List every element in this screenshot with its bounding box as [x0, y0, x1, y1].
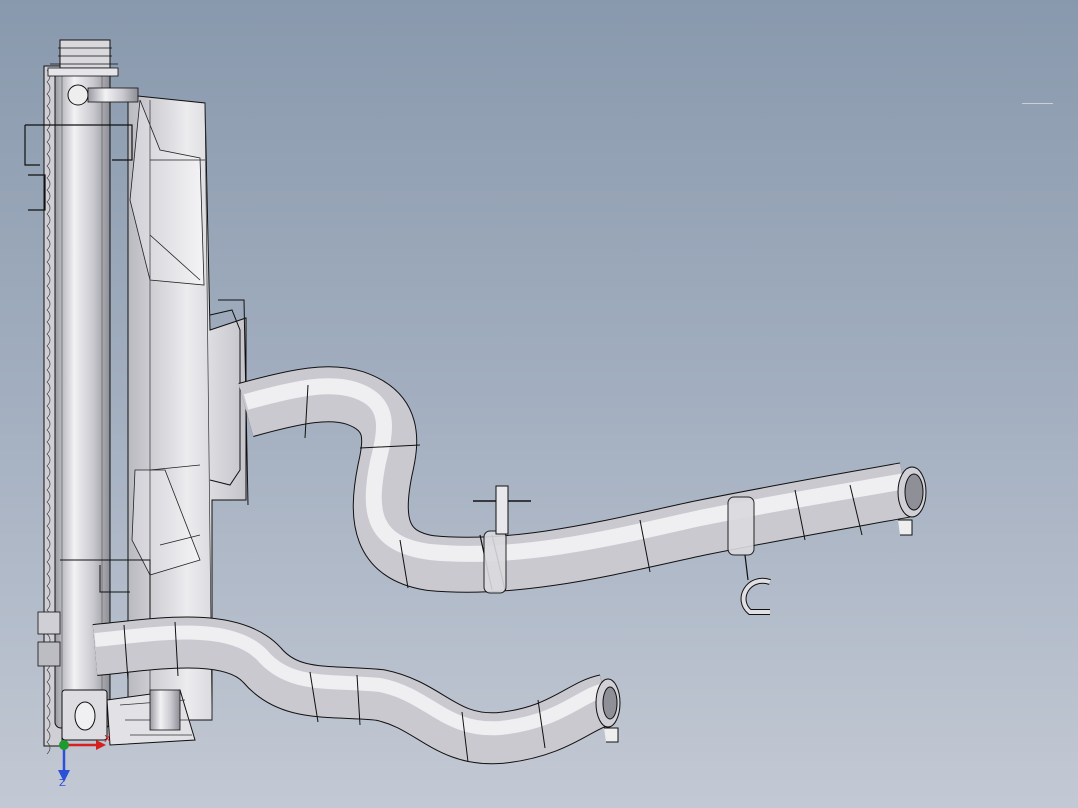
coordinate-triad — [58, 740, 106, 782]
graphics-viewport[interactable]: Z X Y — [0, 0, 1078, 808]
view-hint-line — [1022, 103, 1053, 104]
triad-x-label: X — [104, 734, 111, 745]
upper-coolant-hose[interactable] — [238, 366, 927, 593]
support-bracket[interactable] — [61, 689, 196, 746]
model-scene[interactable] — [0, 0, 1078, 808]
triad-y-axis — [59, 740, 69, 750]
triad-z-label: Z — [59, 778, 66, 789]
